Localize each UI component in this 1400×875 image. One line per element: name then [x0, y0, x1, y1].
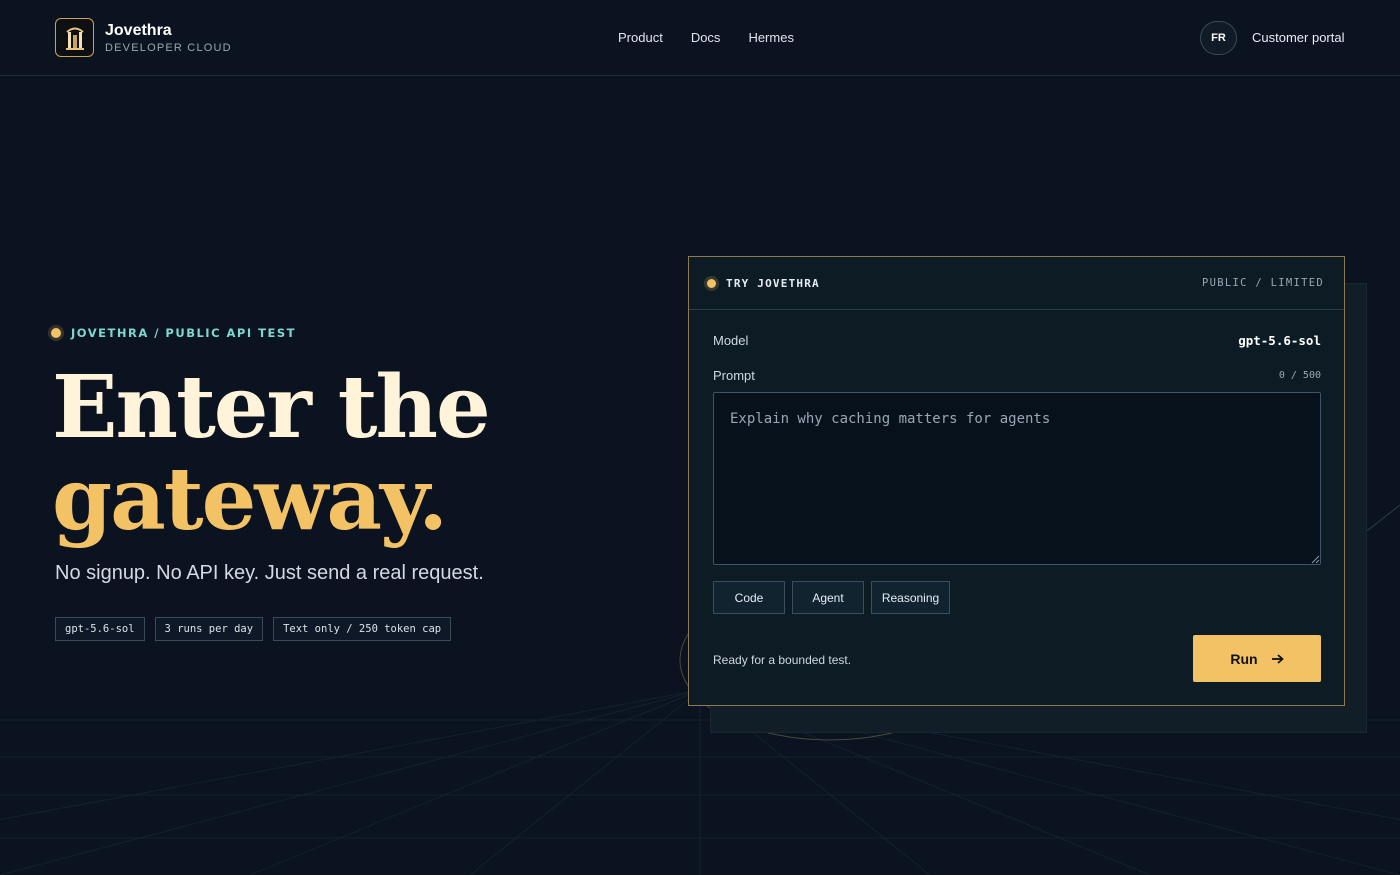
- panel-access-label: PUBLIC / LIMITED: [1202, 277, 1324, 289]
- model-row: Model gpt-5.6-sol: [713, 333, 1321, 348]
- run-status-text: Ready for a bounded test.: [713, 653, 852, 667]
- chip-model: gpt-5.6-sol: [55, 617, 145, 641]
- pillar-gate-icon: [55, 18, 94, 57]
- panel-title: TRY JOVETHRA: [726, 276, 820, 290]
- preset-buttons: Code Agent Reasoning: [713, 581, 950, 614]
- preset-code-button[interactable]: Code: [713, 581, 785, 614]
- headline-line-1: Enter the: [52, 357, 491, 458]
- eyebrow-label: JOVETHRA / PUBLIC API TEST: [71, 326, 296, 340]
- hero-eyebrow: JOVETHRA / PUBLIC API TEST: [51, 326, 296, 340]
- hero-headline: Enter the gateway.: [52, 357, 491, 550]
- run-button-label: Run: [1230, 650, 1258, 667]
- arrow-right-icon: [1271, 653, 1284, 664]
- prompt-label: Prompt: [713, 368, 755, 383]
- main-nav: Product Docs Hermes: [618, 30, 794, 45]
- try-panel: TRY JOVETHRA PUBLIC / LIMITED Model gpt-…: [688, 256, 1345, 706]
- nav-item-hermes[interactable]: Hermes: [748, 30, 794, 45]
- chip-rate-limit: 3 runs per day: [154, 617, 264, 641]
- prompt-input[interactable]: [713, 392, 1321, 565]
- status-dot-icon: [51, 328, 61, 338]
- brand[interactable]: Jovethra DEVELOPER CLOUD: [55, 18, 232, 57]
- prompt-character-counter: 0 / 500: [1278, 370, 1321, 381]
- brand-name: Jovethra: [105, 22, 172, 39]
- top-navigation-bar: Jovethra DEVELOPER CLOUD Product Docs He…: [0, 0, 1400, 76]
- model-label: Model: [713, 333, 749, 348]
- chip-token-cap: Text only / 250 token cap: [273, 617, 452, 641]
- nav-item-product[interactable]: Product: [618, 30, 663, 45]
- model-value: gpt-5.6-sol: [1238, 333, 1321, 348]
- run-button[interactable]: Run: [1193, 635, 1321, 682]
- prompt-row: Prompt 0 / 500: [713, 368, 1321, 383]
- feature-chips: gpt-5.6-sol 3 runs per day Text only / 2…: [55, 617, 452, 641]
- language-switch-button[interactable]: FR: [1200, 21, 1237, 55]
- panel-header: TRY JOVETHRA PUBLIC / LIMITED: [689, 257, 1344, 310]
- nav-item-docs[interactable]: Docs: [691, 30, 721, 45]
- preset-agent-button[interactable]: Agent: [792, 581, 864, 614]
- brand-subtitle: DEVELOPER CLOUD: [105, 42, 232, 54]
- hero-subheading: No signup. No API key. Just send a real …: [55, 562, 484, 584]
- preset-reasoning-button[interactable]: Reasoning: [871, 581, 950, 614]
- headline-line-2: gateway.: [52, 449, 448, 550]
- status-dot-icon: [707, 278, 716, 288]
- customer-portal-link[interactable]: Customer portal: [1252, 30, 1344, 45]
